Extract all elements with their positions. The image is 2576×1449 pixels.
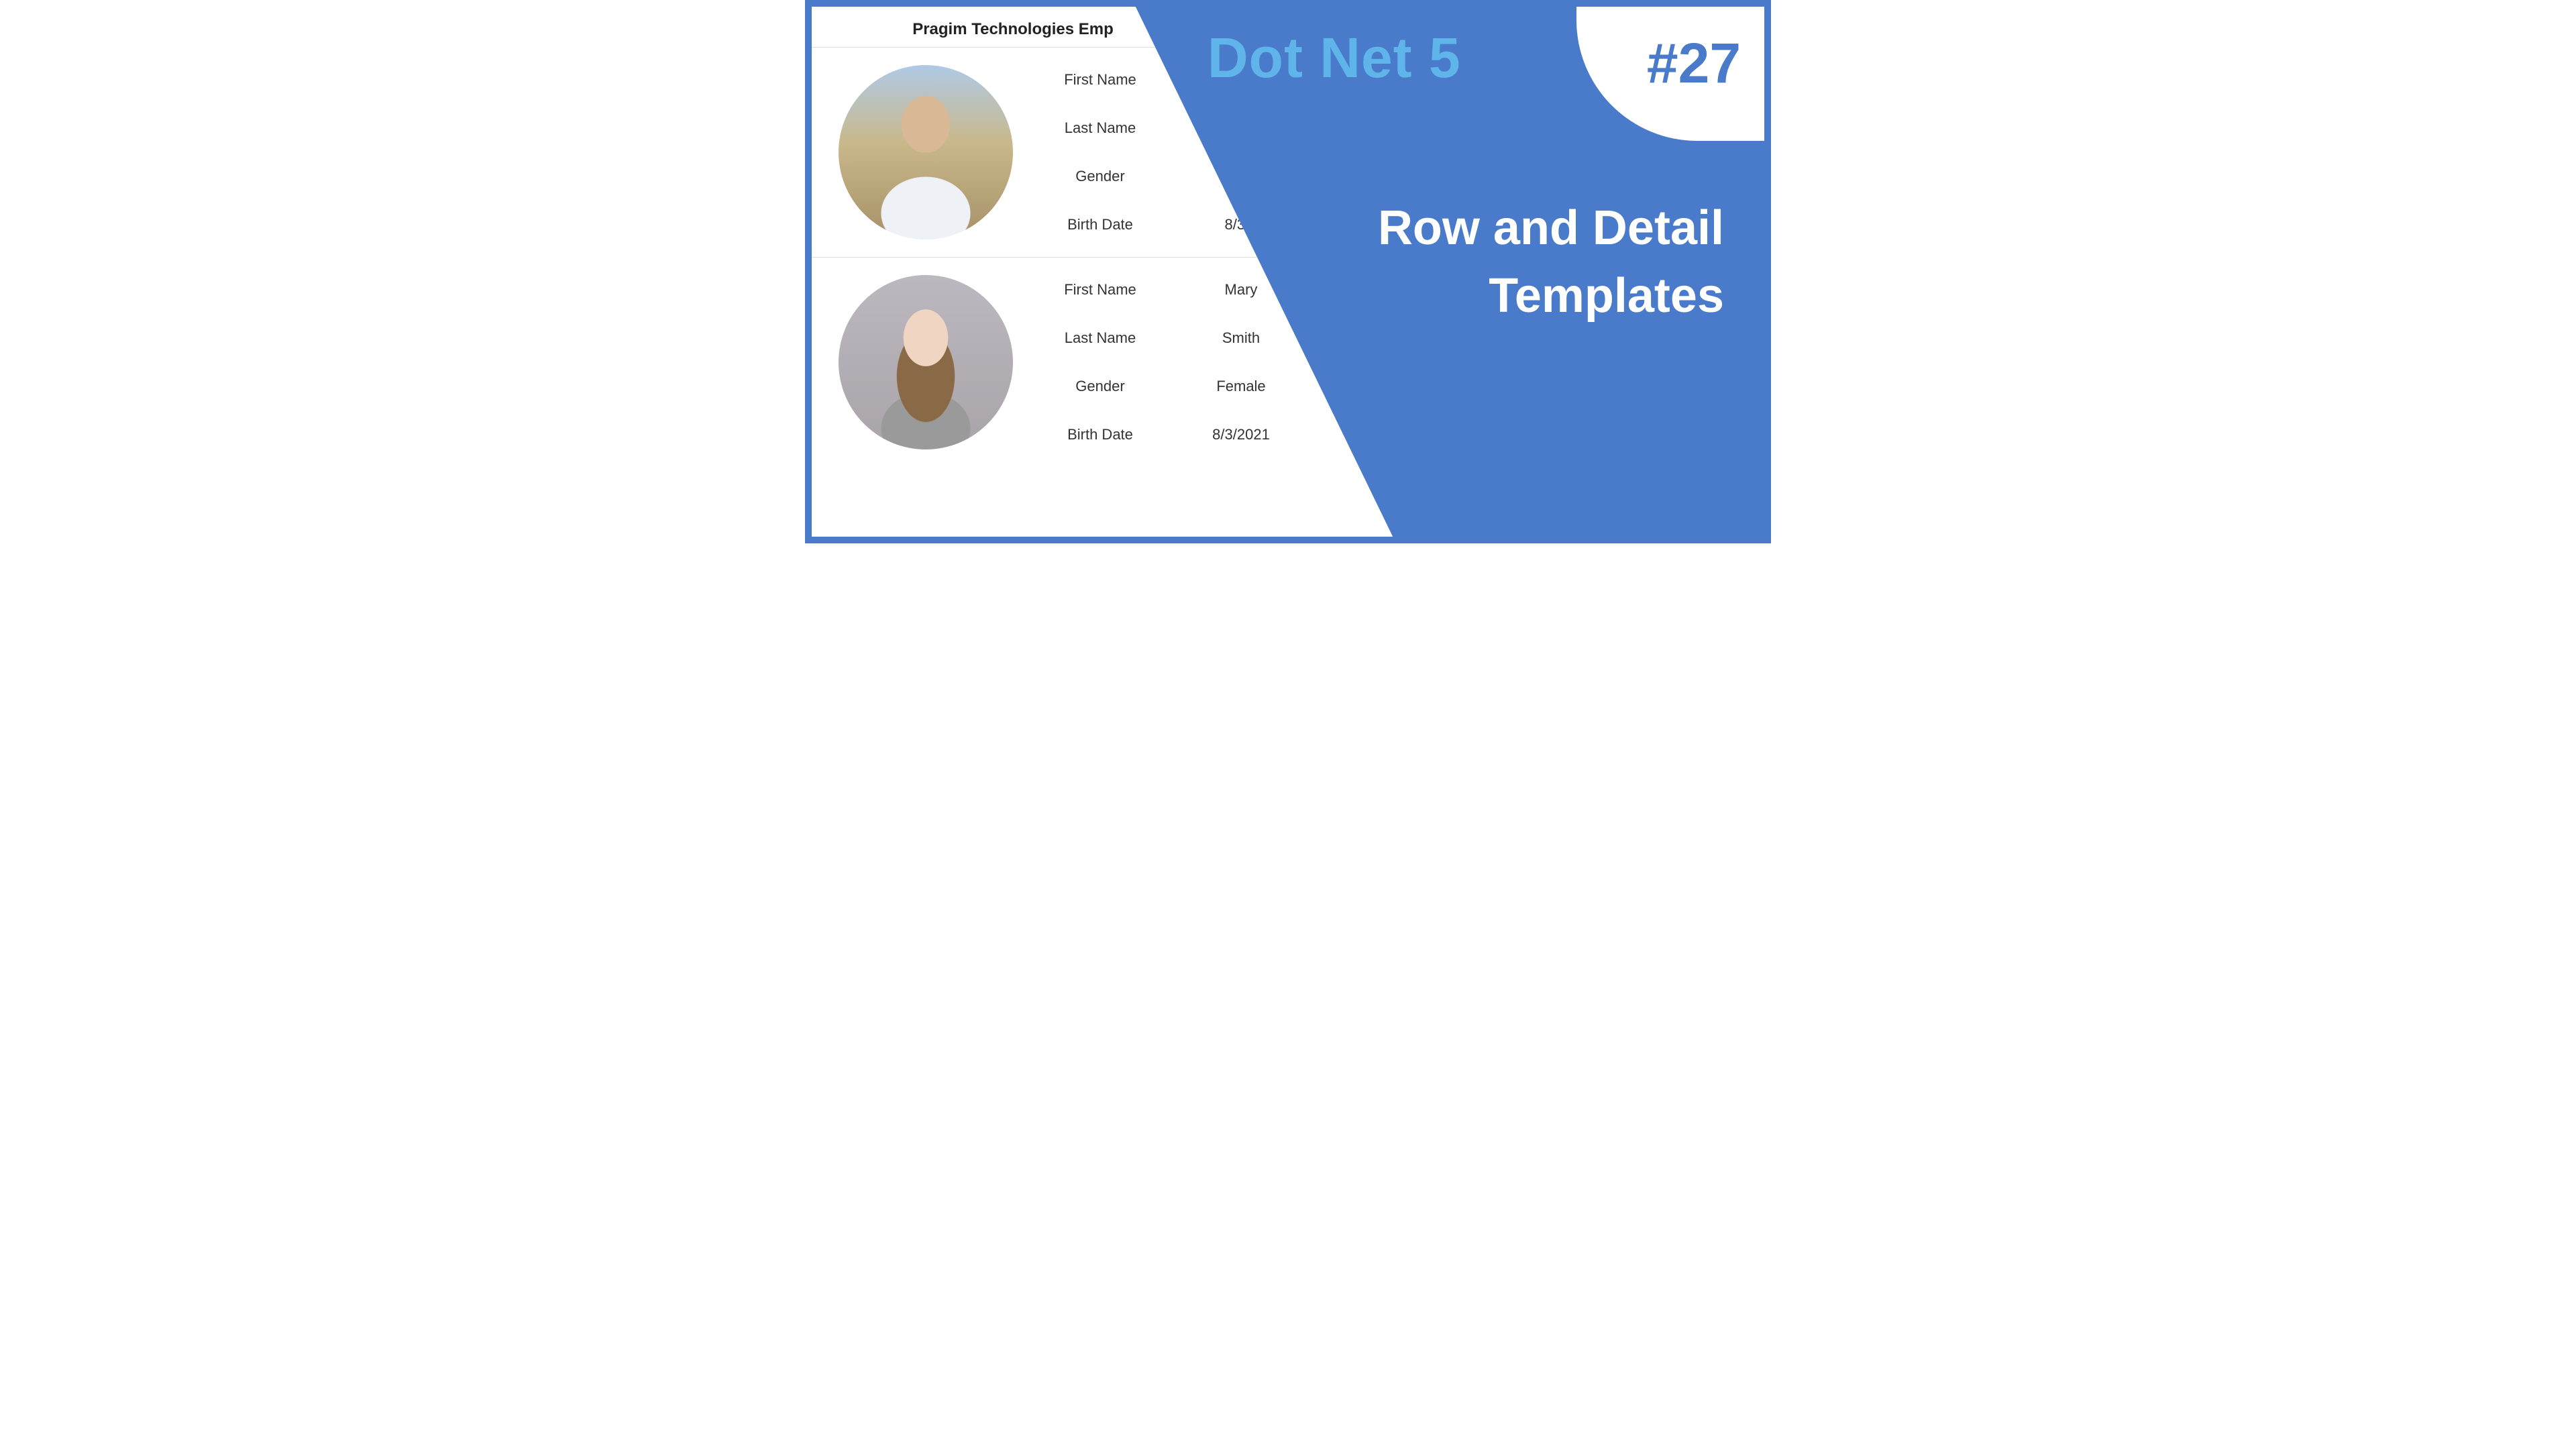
field-label: Gender: [1053, 168, 1147, 185]
field-label: Birth Date: [1053, 426, 1147, 443]
subtitle-text: Row and Detail Templates: [1378, 195, 1724, 330]
field-label: Gender: [1053, 378, 1147, 395]
avatar: [839, 65, 1013, 239]
field-label: Birth Date: [1053, 216, 1147, 233]
field-value: 8/3/2021: [1194, 426, 1288, 443]
field-label: First Name: [1053, 71, 1147, 89]
field-label: Last Name: [1053, 119, 1147, 137]
field-label: First Name: [1053, 281, 1147, 299]
subtitle-line: Row and Detail: [1378, 201, 1724, 255]
field-first-name: First Name Mary: [1053, 281, 1288, 299]
subtitle-line: Templates: [1489, 269, 1724, 323]
field-value: Smith: [1194, 329, 1288, 347]
avatar: [839, 275, 1013, 449]
episode-badge: #27: [1647, 31, 1741, 96]
slide-canvas: Pragim Technologies Emp First Name Last …: [805, 0, 1771, 543]
field-birth-date: Birth Date 8/3/2021: [1053, 426, 1288, 443]
field-value: Female: [1194, 378, 1288, 395]
employee-fields: First Name Mary Last Name Smith Gender F…: [1053, 281, 1288, 443]
headline-text: Dot Net 5: [1208, 25, 1461, 91]
field-gender: Gender Female: [1053, 378, 1288, 395]
field-label: Last Name: [1053, 329, 1147, 347]
field-last-name: Last Name Smith: [1053, 329, 1288, 347]
